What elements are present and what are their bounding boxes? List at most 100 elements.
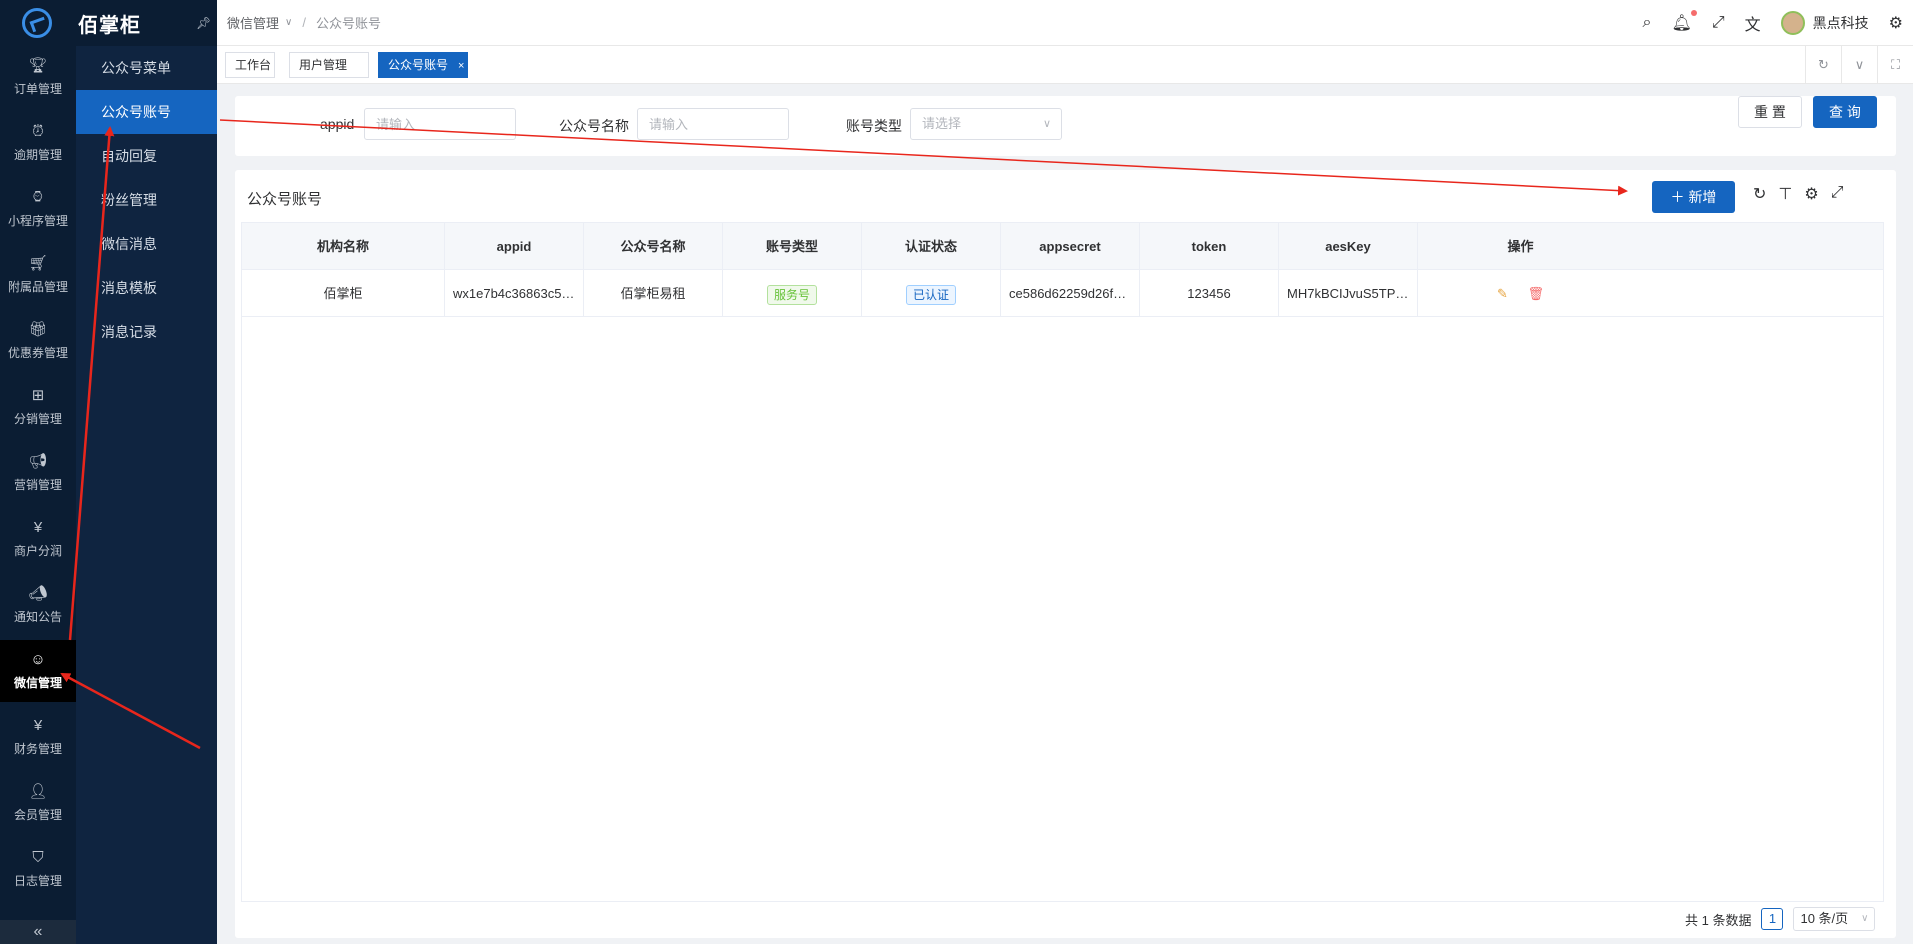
rail-item-overdue[interactable]: ⏰︎ 逾期管理 xyxy=(0,112,76,174)
refresh-icon[interactable]: ↻ xyxy=(1753,184,1766,204)
gear-icon[interactable]: ⚙︎ xyxy=(1804,184,1818,204)
search-icon[interactable]: ⌕ xyxy=(1643,14,1652,32)
rail-item-merchant-share[interactable]: ¥ 商户分润 xyxy=(0,508,76,570)
rail-item-members[interactable]: 👤︎ 会员管理 xyxy=(0,772,76,834)
breadcrumb-separator: / xyxy=(302,15,306,30)
header-actions: ⌕ 🔔︎ ⤢ 文 黑点科技 ⚙︎ xyxy=(1643,0,1903,46)
close-icon[interactable]: × xyxy=(458,60,464,72)
tab-user-management[interactable]: 用户管理 xyxy=(289,52,369,78)
table-toolbar: ↻ ⊤ ⚙︎ ⤢ xyxy=(1753,184,1844,204)
wechat-icon: ☺ xyxy=(30,651,46,668)
name-label: 公众号名称 xyxy=(559,118,629,134)
submenu-item-templates[interactable]: 消息模板 xyxy=(76,266,217,310)
query-button[interactable]: 查 询 xyxy=(1813,96,1877,128)
tab-official-account[interactable]: 公众号账号 × xyxy=(378,52,468,78)
chevron-down-icon: ∨ xyxy=(285,17,293,28)
cell-appid: wx1e7b4c36863c57ce xyxy=(445,270,584,317)
table-row[interactable]: 佰掌柜 wx1e7b4c36863c57ce 佰掌柜易租 服务号 已认证 ce5… xyxy=(242,270,1883,317)
tab-label: 用户管理 xyxy=(299,58,348,72)
fullscreen-icon[interactable]: ⤢ xyxy=(1831,184,1844,204)
cell-name: 佰掌柜易租 xyxy=(584,270,723,317)
collapse-sidebar-button[interactable]: « xyxy=(0,920,76,944)
submenu-item-messages[interactable]: 微信消息 xyxy=(76,222,217,266)
breadcrumb-item[interactable]: 微信管理 xyxy=(227,13,279,32)
column-header[interactable]: 公众号名称 xyxy=(584,223,723,270)
sidebar-rail: 🏆︎ 订单管理 ⏰︎ 逾期管理 ⌚︎ 小程序管理 🛒︎ 附属品管理 🎁︎ 优惠券… xyxy=(0,0,76,944)
add-button[interactable]: ＋ 新增 xyxy=(1652,181,1735,213)
rail-item-miniprogram[interactable]: ⌚︎ 小程序管理 xyxy=(0,178,76,240)
appid-input[interactable] xyxy=(364,108,516,140)
bell-icon[interactable]: 🔔︎ xyxy=(1672,10,1697,33)
gear-icon[interactable]: ⚙︎ xyxy=(1889,13,1903,33)
rail-item-accessories[interactable]: 🛒︎ 附属品管理 xyxy=(0,244,76,306)
cell-type: 服务号 xyxy=(723,270,862,317)
user-name[interactable]: 黑点科技 xyxy=(1813,13,1869,33)
page-button[interactable]: 1 xyxy=(1761,908,1784,930)
chevron-down-icon: ∨ xyxy=(1042,118,1051,130)
rail-item-wechat[interactable]: ☺ 微信管理 xyxy=(0,640,76,702)
cell-actions: ✎ 🗑︎ xyxy=(1418,270,1623,317)
submenu-item-official-account[interactable]: 公众号账号 xyxy=(76,90,217,134)
column-header[interactable]: token xyxy=(1140,223,1279,270)
reset-button[interactable]: 重 置 xyxy=(1738,96,1802,128)
cell-org: 佰掌柜 xyxy=(242,270,445,317)
refresh-icon[interactable]: ↻ xyxy=(1805,46,1841,84)
submenu-item-auto-reply[interactable]: 自动回复 xyxy=(76,134,217,178)
tabs-bar: 工作台 用户管理 公众号账号 × ↻ ∨ ⛶ xyxy=(217,46,1913,84)
rail-item-label: 日志管理 xyxy=(13,874,62,888)
tab-label: 工作台 xyxy=(235,58,272,72)
type-label: 账号类型 xyxy=(846,118,902,134)
rail-item-label: 小程序管理 xyxy=(7,214,68,228)
column-header[interactable]: appsecret xyxy=(1001,223,1140,270)
type-select-placeholder: 请选择 xyxy=(922,116,962,131)
rail-item-notice[interactable]: 📣︎ 通知公告 xyxy=(0,574,76,636)
submenu-item-official-menu[interactable]: 公众号菜单 xyxy=(76,46,217,90)
pin-icon[interactable]: 📌︎ xyxy=(196,16,211,30)
rail-item-logs[interactable]: ⛉ 日志管理 xyxy=(0,838,76,900)
add-button-label: 新增 xyxy=(1688,189,1717,205)
table-header-row: 机构名称 appid 公众号名称 账号类型 认证状态 appsecret tok… xyxy=(242,223,1883,270)
trash-icon[interactable]: 🗑︎ xyxy=(1528,286,1545,301)
pagination-total: 共 1 条数据 xyxy=(1685,912,1752,928)
cart-icon: 🛒︎ xyxy=(28,255,48,272)
page-size-select[interactable]: 10 条/页 ∨ xyxy=(1793,907,1876,931)
chevron-down-icon[interactable]: ∨ xyxy=(1841,46,1877,84)
chevron-down-icon: ∨ xyxy=(1861,913,1869,924)
rail-item-coupons[interactable]: 🎁︎ 优惠券管理 xyxy=(0,310,76,372)
edit-icon[interactable]: ✎ xyxy=(1497,286,1508,301)
page-size-value: 10 条/页 xyxy=(1800,911,1849,926)
top-header: 微信管理 ∨ / 公众号账号 ⌕ 🔔︎ ⤢ 文 黑点科技 ⚙︎ xyxy=(217,0,1913,46)
rail-item-label: 优惠券管理 xyxy=(7,346,68,360)
rail-item-finance[interactable]: ¥ 财务管理 xyxy=(0,706,76,768)
fullscreen-icon[interactable]: ⤢ xyxy=(1712,14,1725,32)
notification-dot xyxy=(1690,10,1697,16)
status-badge: 已认证 xyxy=(905,284,956,305)
translate-icon[interactable]: 文 xyxy=(1745,11,1761,35)
column-header[interactable]: 账号类型 xyxy=(723,223,862,270)
avatar[interactable] xyxy=(1780,11,1805,35)
rail-item-marketing[interactable]: 📢︎ 营销管理 xyxy=(0,442,76,504)
submenu-item-fans[interactable]: 粉丝管理 xyxy=(76,178,217,222)
panel-title: 公众号账号 xyxy=(247,191,323,208)
submenu-item-message-log[interactable]: 消息记录 xyxy=(76,310,217,354)
megaphone-icon: 📣︎ xyxy=(28,585,48,602)
cell-aeskey: MH7kBCIJvuS5TPGtNfJ... xyxy=(1279,270,1418,317)
rail-item-distribution[interactable]: ⊞ 分销管理 xyxy=(0,376,76,438)
alarm-icon: ⏰︎ xyxy=(32,123,44,140)
rail-item-label: 商户分润 xyxy=(13,544,62,558)
tab-workbench[interactable]: 工作台 xyxy=(225,52,275,78)
maximize-icon[interactable]: ⛶ xyxy=(1877,46,1913,84)
adjust-icon: ⊞ xyxy=(31,387,45,404)
column-header[interactable]: appid xyxy=(445,223,584,270)
rail-item-label: 附属品管理 xyxy=(7,280,68,294)
type-select[interactable]: 请选择 ∨ xyxy=(910,108,1062,140)
plus-icon: ＋ xyxy=(1670,189,1685,205)
column-header: 操作 xyxy=(1507,239,1534,254)
rail-item-orders[interactable]: 🏆︎ 订单管理 xyxy=(0,46,76,108)
column-header[interactable]: 认证状态 xyxy=(862,223,1001,270)
table-panel: 公众号账号 ＋ 新增 ↻ ⊤ ⚙︎ ⤢ 机构名称 appid 公众号名称 账号类… xyxy=(235,170,1896,938)
column-height-icon[interactable]: ⊤ xyxy=(1778,184,1792,204)
column-header[interactable]: aesKey xyxy=(1279,223,1418,270)
column-header[interactable]: 机构名称 xyxy=(242,223,445,270)
name-input[interactable] xyxy=(637,108,789,140)
